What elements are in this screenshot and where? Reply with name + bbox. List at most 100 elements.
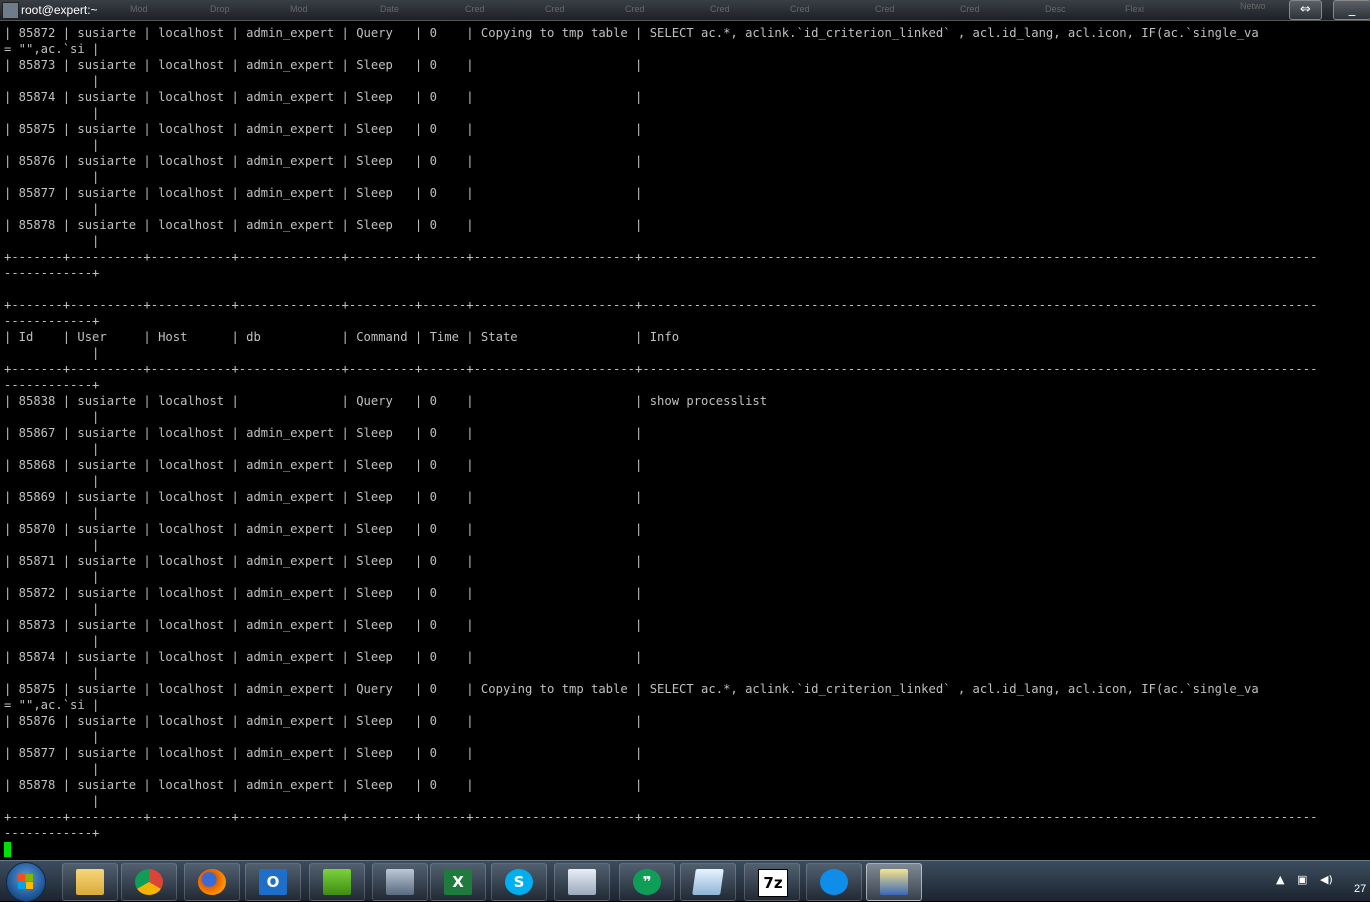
terminal-line: | 85868 | susiarte | localhost | admin_e…: [4, 458, 643, 472]
terminal-cursor: [4, 842, 11, 857]
terminal-line: |: [4, 474, 100, 488]
terminal-line: | 85870 | susiarte | localhost | admin_e…: [4, 522, 643, 536]
restore-button[interactable]: ⇔: [1289, 0, 1322, 20]
firefox-icon: [198, 869, 226, 895]
taskbar-button[interactable]: [62, 863, 118, 901]
terminal-line: | 85874 | susiarte | localhost | admin_e…: [4, 650, 643, 664]
terminal-line: | 85872 | susiarte | localhost | admin_e…: [4, 26, 1259, 40]
terminal-line: |: [4, 634, 100, 648]
terminal-line: +-------+----------+-----------+--------…: [4, 250, 1318, 264]
terminal-line: +-------+----------+-----------+--------…: [4, 810, 1318, 824]
hangouts-icon: ❞: [633, 869, 661, 895]
terminal-line: |: [4, 74, 100, 88]
start-button[interactable]: [6, 862, 46, 902]
terminal-line: | 85877 | susiarte | localhost | admin_e…: [4, 746, 643, 760]
terminal-line: = "",ac.`si |: [4, 698, 100, 712]
terminal-line: |: [4, 138, 100, 152]
terminal-line: |: [4, 170, 100, 184]
terminal-line: |: [4, 346, 100, 360]
file-explorer-icon: [76, 869, 104, 895]
minimize-button[interactable]: _: [1333, 0, 1370, 20]
terminal-line: | 85838 | susiarte | localhost | | Query…: [4, 394, 768, 408]
background-tab: Date: [380, 4, 400, 14]
background-tab: Cred: [545, 4, 565, 14]
taskbar-button[interactable]: [866, 863, 922, 901]
window-title: root@expert:~: [21, 3, 98, 17]
taskbar-button[interactable]: S: [491, 863, 547, 901]
taskbar-button[interactable]: [372, 863, 428, 901]
terminal-line: |: [4, 410, 100, 424]
taskbar-button[interactable]: ❞: [619, 863, 675, 901]
background-tab: Mod: [290, 4, 308, 14]
terminal-output[interactable]: | 85872 | susiarte | localhost | admin_e…: [0, 20, 1370, 860]
excel-icon: X: [444, 869, 472, 895]
skype-icon: S: [505, 869, 533, 895]
terminal-line: | 85878 | susiarte | localhost | admin_e…: [4, 218, 643, 232]
background-tab: Cred: [465, 4, 485, 14]
window-titlebar[interactable]: root@expert:~ Mod Drop Mod Date Cred Cre…: [0, 0, 1370, 21]
taskbar-button[interactable]: [680, 863, 736, 901]
terminal-line: |: [4, 794, 100, 808]
terminal-line: +-------+----------+-----------+--------…: [4, 298, 1318, 312]
terminal-line: |: [4, 538, 100, 552]
terminal-line: ------------+: [4, 266, 100, 280]
background-tab: Netwo: [1240, 1, 1266, 11]
terminal-line: |: [4, 602, 100, 616]
terminal-line: | 85867 | susiarte | localhost | admin_e…: [4, 426, 643, 440]
background-tab: Cred: [960, 4, 980, 14]
terminal-line: ------------+: [4, 378, 100, 392]
putty-icon: [880, 869, 908, 895]
taskbar-button[interactable]: X: [430, 863, 486, 901]
chrome-icon: [135, 869, 163, 895]
terminal-line: = "",ac.`si |: [4, 42, 100, 56]
terminal-line: | 85869 | susiarte | localhost | admin_e…: [4, 490, 643, 504]
terminal-line: |: [4, 506, 100, 520]
taskbar-button[interactable]: 7z: [744, 863, 800, 901]
terminal-line: | 85871 | susiarte | localhost | admin_e…: [4, 554, 643, 568]
background-tab: Drop: [210, 4, 230, 14]
terminal-line: |: [4, 106, 100, 120]
terminal-line: | 85873 | susiarte | localhost | admin_e…: [4, 58, 643, 72]
clock[interactable]: 27: [1354, 883, 1366, 895]
taskbar: O X S ❞ 7z ▲ ▣ ◀) 27: [0, 860, 1370, 902]
taskbar-button[interactable]: O: [245, 863, 301, 901]
terminal-line: | 85875 | susiarte | localhost | admin_e…: [4, 682, 1259, 696]
terminal-line: |: [4, 442, 100, 456]
taskbar-button[interactable]: [309, 863, 365, 901]
outlook-icon: O: [259, 869, 287, 895]
taskbar-button[interactable]: [121, 863, 177, 901]
background-tab: Flexi: [1125, 4, 1145, 14]
calculator-icon: [568, 869, 596, 895]
shopping-bag-icon: [323, 869, 351, 895]
terminal-line: | 85873 | susiarte | localhost | admin_e…: [4, 618, 643, 632]
background-tab: Desc: [1045, 4, 1066, 14]
teamviewer-icon: [820, 869, 848, 895]
taskbar-button[interactable]: [184, 863, 240, 901]
terminal-line: ------------+: [4, 314, 100, 328]
terminal-line: +-------+----------+-----------+--------…: [4, 362, 1318, 376]
network-icon[interactable]: ▣: [1297, 873, 1307, 886]
terminal-line: |: [4, 730, 100, 744]
terminal-line: | 85874 | susiarte | localhost | admin_e…: [4, 90, 643, 104]
background-tab: Mod: [130, 4, 148, 14]
terminal-line: |: [4, 202, 100, 216]
terminal-line: | 85872 | susiarte | localhost | admin_e…: [4, 586, 643, 600]
background-tab: Cred: [625, 4, 645, 14]
7zip-icon: 7z: [758, 869, 788, 897]
show-hidden-icons-icon[interactable]: ▲: [1276, 873, 1284, 886]
terminal-line: | 85875 | susiarte | localhost | admin_e…: [4, 122, 643, 136]
background-tab: Cred: [875, 4, 895, 14]
taskbar-button[interactable]: [554, 863, 610, 901]
terminal-line: ------------+: [4, 826, 100, 840]
taskbar-button[interactable]: [806, 863, 862, 901]
terminal-line: |: [4, 570, 100, 584]
terminal-line: |: [4, 234, 100, 248]
terminal-line: |: [4, 666, 100, 680]
notepad-icon: [692, 869, 724, 895]
volume-icon[interactable]: ◀): [1320, 873, 1333, 886]
terminal-line: | 85876 | susiarte | localhost | admin_e…: [4, 714, 643, 728]
terminal-line: |: [4, 762, 100, 776]
terminal-line: | 85877 | susiarte | localhost | admin_e…: [4, 186, 643, 200]
putty-app-icon: [2, 2, 19, 19]
terminal-line: | 85876 | susiarte | localhost | admin_e…: [4, 154, 643, 168]
